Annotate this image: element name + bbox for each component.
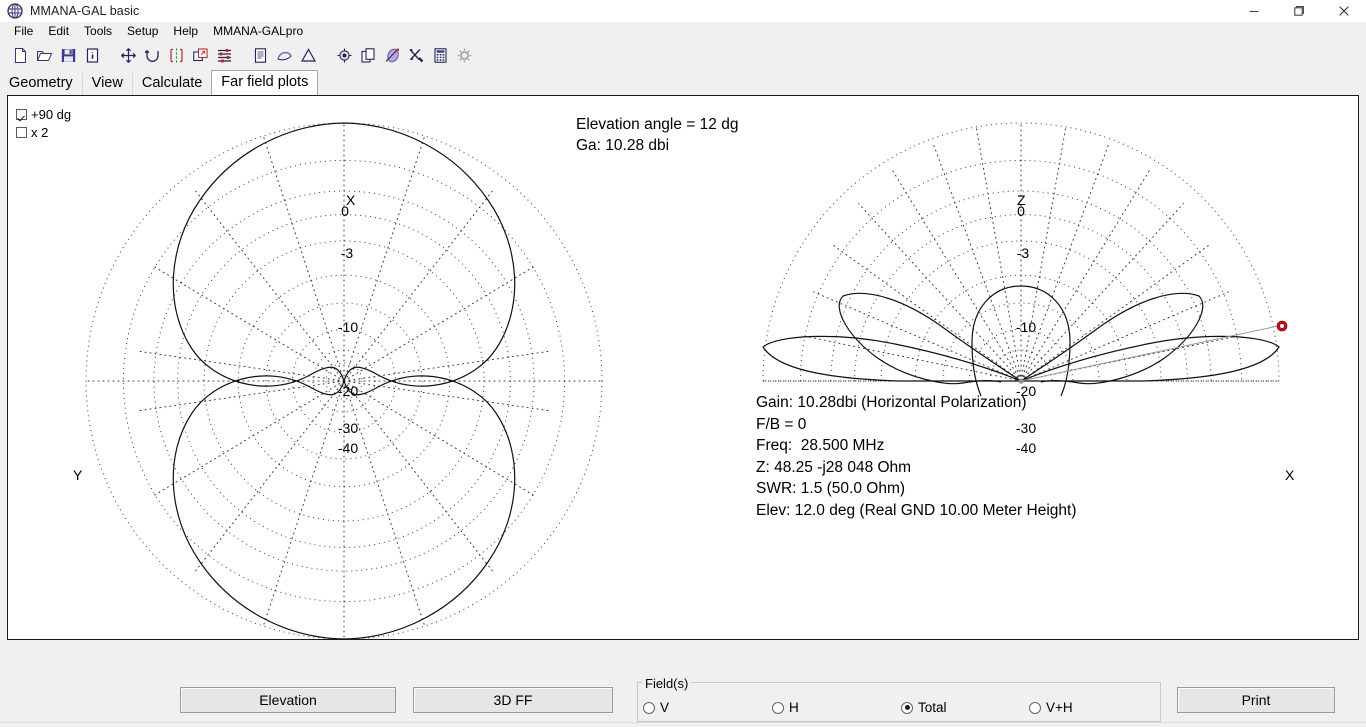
radio-field-vh-label: V+H (1046, 700, 1073, 715)
move-arrows-icon[interactable] (116, 43, 140, 67)
radio-field-v-label: V (660, 700, 670, 715)
tab-strip: Geometry View Calculate Far field plots (0, 70, 1366, 95)
radio-field-vh-dot[interactable] (1029, 701, 1041, 714)
fields-group (637, 682, 1161, 722)
elevation-pattern-lobe-mid-right (1020, 292, 1204, 385)
3d-ff-button[interactable]: 3D FF (413, 687, 613, 713)
result-line-elev: Elev: 12.0 deg (Real GND 10.00 Meter Hei… (756, 501, 1077, 519)
azimuth-ring-label-30: -30 (337, 420, 359, 436)
azimuth-ring-label-10: -10 (337, 319, 359, 335)
radio-field-total-label: Total (918, 700, 947, 715)
radio-field-h-label: H (789, 700, 799, 715)
mmana-globe-icon (7, 3, 23, 19)
azimuth-ring-label-20: -20 (337, 383, 359, 399)
title-bar: MMANA-GAL basic (0, 0, 1366, 22)
fields-group-label: Field(s) (642, 676, 692, 691)
bottom-hairline (0, 722, 1366, 723)
tools-hammer-icon[interactable] (404, 43, 428, 67)
document-icon[interactable] (248, 43, 272, 67)
peak-gain-marker-center (1280, 324, 1284, 328)
menu-help[interactable]: Help (166, 23, 206, 39)
elevation-button[interactable]: Elevation (180, 687, 396, 713)
save-disk-icon[interactable] (56, 43, 80, 67)
application-window: MMANA-GAL basic File Edit Tools Setup He… (0, 0, 1366, 727)
result-line-gain: Gain: 10.28dbi (Horizontal Polarization) (756, 394, 1027, 411)
close-icon[interactable] (1321, 0, 1366, 22)
elevation-pattern-trace-left (762, 335, 1022, 382)
azimuth-ring-label-3: -3 (340, 245, 354, 261)
sliders-icon[interactable] (212, 43, 236, 67)
elevation-pattern-lobe-mid-left (838, 292, 1022, 385)
open-folder-icon[interactable] (32, 43, 56, 67)
azimuth-polar-plot (85, 122, 603, 639)
rotate-icon[interactable] (140, 43, 164, 67)
far-field-plot-canvas: +90 dg x 2 X Y 0 -3 -10 -20 -30 -40 Elev… (7, 95, 1359, 640)
window-controls (1231, 0, 1366, 22)
radio-field-v-dot[interactable] (643, 701, 655, 714)
menu-edit[interactable]: Edit (41, 23, 77, 39)
elevation-ring-label-10: -10 (1015, 319, 1037, 335)
wire-curve-icon[interactable] (272, 43, 296, 67)
gear-icon[interactable] (452, 43, 476, 67)
radio-field-h[interactable]: H (772, 700, 799, 715)
result-line-swr: SWR: 1.5 (50.0 Ohm) (756, 480, 906, 497)
azimuth-ring-label-0: 0 (341, 203, 349, 219)
elevation-axis-label-x: X (1285, 467, 1295, 483)
radio-field-v[interactable]: V (643, 700, 669, 715)
target-icon[interactable] (332, 43, 356, 67)
pattern-lobe-icon[interactable] (380, 43, 404, 67)
tab-view[interactable]: View (81, 73, 132, 95)
elevation-polar-plot (762, 122, 1288, 397)
print-button[interactable]: Print (1177, 687, 1335, 713)
menu-file[interactable]: File (7, 23, 41, 39)
azimuth-axis-label-y: Y (73, 467, 83, 483)
tab-geometry[interactable]: Geometry (0, 73, 82, 95)
gain-annotation: Ga: 10.28 dbi (576, 137, 670, 154)
maximize-icon[interactable] (1276, 0, 1321, 22)
result-line-fb: F/B = 0 (756, 415, 807, 433)
menu-tools[interactable]: Tools (77, 23, 120, 39)
menu-bar: File Edit Tools Setup Help MMANA-GALpro (0, 22, 1366, 40)
menu-mmana-galpro[interactable]: MMANA-GALpro (206, 23, 311, 39)
radio-field-total[interactable]: Total (901, 700, 947, 715)
result-line-freq: Freq: 28.500 MHz (756, 437, 885, 454)
radio-field-h-dot[interactable] (772, 701, 784, 714)
bottom-control-bar: Elevation 3D FF Field(s) V H Total V+H P… (0, 641, 1366, 727)
radio-field-total-dot[interactable] (901, 701, 913, 714)
triangle-icon[interactable] (296, 43, 320, 67)
copy-icon[interactable] (356, 43, 380, 67)
result-line-z: Z: 48.25 -j28 048 Ohm (756, 458, 912, 476)
elevation-ring-label-0: 0 (1017, 203, 1025, 219)
mirror-icon[interactable] (164, 43, 188, 67)
elevation-angle-annotation: Elevation angle = 12 dg (576, 116, 739, 133)
tab-far-field-plots[interactable]: Far field plots (211, 70, 319, 95)
toolbar (0, 41, 1366, 69)
window-title: MMANA-GAL basic (30, 4, 140, 18)
elevation-ring-label-3: -3 (1016, 245, 1030, 261)
radio-field-vh[interactable]: V+H (1029, 700, 1073, 715)
minimize-icon[interactable] (1231, 0, 1276, 22)
tab-calculate[interactable]: Calculate (131, 73, 212, 95)
azimuth-ring-label-40: -40 (337, 440, 359, 456)
new-file-icon[interactable] (8, 43, 32, 67)
menu-setup[interactable]: Setup (120, 23, 166, 39)
info-icon[interactable] (80, 43, 104, 67)
calculator-icon[interactable] (428, 43, 452, 67)
results-text-block: Gain: 10.28dbi (Horizontal Polarization)… (756, 392, 1077, 521)
scale-icon[interactable] (188, 43, 212, 67)
